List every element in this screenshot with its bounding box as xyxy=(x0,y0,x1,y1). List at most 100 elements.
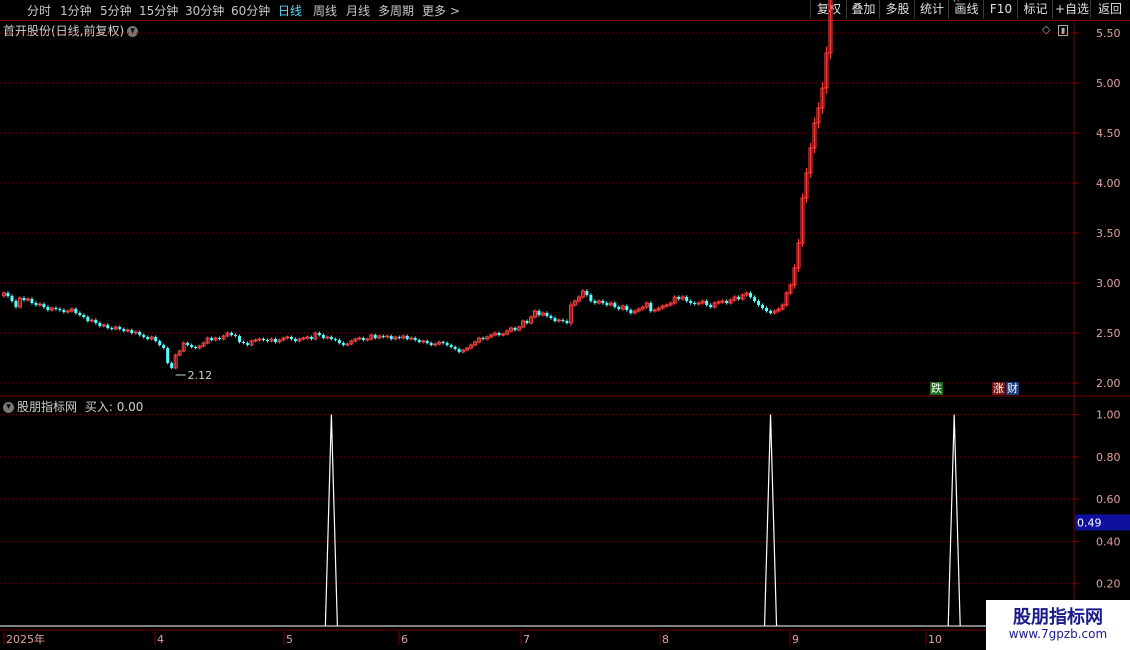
period-tab[interactable]: 周线 xyxy=(313,2,337,19)
candle-body xyxy=(22,298,26,300)
tool-button[interactable]: 画线 xyxy=(948,0,984,19)
candle-body xyxy=(325,336,330,339)
tool-button[interactable]: 叠加 xyxy=(846,0,880,19)
tool-button[interactable]: 统计 xyxy=(914,0,949,19)
price-tick-label: 5.00 xyxy=(1096,77,1121,90)
badge-up[interactable]: 涨 xyxy=(992,382,1005,395)
candle-body xyxy=(277,339,282,343)
candle-body xyxy=(672,296,677,304)
candle-body xyxy=(130,330,134,333)
candle-body xyxy=(784,292,789,306)
candle-body xyxy=(668,302,673,306)
candle-body xyxy=(593,301,597,303)
candle-body xyxy=(54,308,58,309)
period-tab[interactable]: 5分钟 xyxy=(100,2,132,19)
chevron-down-icon[interactable]: ▾ xyxy=(127,26,139,37)
candle-body xyxy=(509,327,514,332)
badge-up-label: 涨 xyxy=(993,382,1004,395)
candle-body xyxy=(441,342,445,343)
period-tab[interactable]: 日线 xyxy=(278,2,302,19)
cursor-value-label: 0.49 xyxy=(1077,516,1102,529)
candle-body xyxy=(381,336,385,337)
period-tab[interactable]: 多周期 xyxy=(378,2,414,19)
candle-body xyxy=(649,303,653,311)
period-tab[interactable]: 60分钟 xyxy=(231,2,270,19)
candle-body xyxy=(656,307,661,311)
candle-body xyxy=(693,303,697,304)
watermark-url: www.7gpzb.com xyxy=(1008,627,1108,641)
tool-button[interactable]: +自选 xyxy=(1052,0,1091,19)
candle-body xyxy=(190,345,194,347)
candle-body xyxy=(110,328,114,329)
stock-title[interactable]: 首开股份(日线,前复权) ▾ xyxy=(3,22,139,39)
period-tab[interactable]: 更多 > xyxy=(422,2,460,19)
candle-body xyxy=(213,337,218,341)
candle-body xyxy=(625,306,629,310)
grid-layer xyxy=(0,20,1130,650)
candle-body xyxy=(221,335,226,340)
period-tab[interactable]: 30分钟 xyxy=(185,2,224,19)
candle-body xyxy=(317,333,321,335)
tool-button[interactable]: 标记 xyxy=(1017,0,1053,19)
candle-body xyxy=(792,267,797,286)
candle-body xyxy=(477,337,482,343)
candle-layer xyxy=(2,0,959,370)
candle-body xyxy=(705,301,709,305)
candle-body xyxy=(465,347,470,351)
chevron-down-icon[interactable]: ▾ xyxy=(3,402,14,413)
watermark: 股朋指标网 www.7gpzb.com xyxy=(986,600,1130,650)
panel-toggle-icon[interactable]: ▮ xyxy=(1057,25,1069,36)
tool-button[interactable]: 复权 xyxy=(810,0,847,19)
candle-body xyxy=(549,316,553,318)
candle-body xyxy=(65,310,70,313)
candle-body xyxy=(101,324,106,327)
candle-body xyxy=(269,338,274,342)
candle-body xyxy=(425,341,429,343)
candle-body xyxy=(246,343,250,345)
candle-body xyxy=(385,335,390,338)
diamond-icon[interactable]: ◇ xyxy=(1042,23,1050,36)
candle-body xyxy=(273,339,277,342)
candle-body xyxy=(377,335,382,339)
candle-body xyxy=(154,337,158,341)
candle-body xyxy=(757,301,761,305)
period-tab[interactable]: 15分钟 xyxy=(139,2,178,19)
candle-body xyxy=(357,337,362,340)
period-tab[interactable]: 月线 xyxy=(346,2,370,19)
candle-body xyxy=(800,197,805,244)
candle-body xyxy=(170,363,174,368)
period-tab[interactable]: 分时 xyxy=(27,2,51,19)
candle-body xyxy=(405,336,409,339)
tool-button[interactable]: 返回 xyxy=(1090,0,1129,19)
candle-body xyxy=(197,345,202,349)
candle-body xyxy=(589,295,593,301)
badge-fin[interactable]: 财 xyxy=(1006,382,1019,395)
candle-body xyxy=(685,297,689,301)
period-tab[interactable]: 1分钟 xyxy=(60,2,92,19)
price-tick-label: 2.50 xyxy=(1096,327,1121,340)
candle-body xyxy=(225,332,230,337)
candle-body xyxy=(780,304,785,310)
candle-body xyxy=(620,305,625,310)
candle-body xyxy=(17,297,22,308)
candle-body xyxy=(812,122,817,149)
candle-body xyxy=(293,339,297,341)
period-toolbar: 分时 1分钟 5分钟 15分钟 30分钟 60分钟 日线 周线 月线 多周期 更多 > 复权 叠加 多股… xyxy=(0,0,1130,21)
candle-body xyxy=(58,309,62,310)
candle-body xyxy=(289,337,293,339)
time-axis-label: 8 xyxy=(662,633,669,646)
candle-body xyxy=(281,337,286,341)
candle-body xyxy=(82,315,86,317)
tool-button[interactable]: F10 xyxy=(983,0,1018,19)
tool-button[interactable]: 多股 xyxy=(879,0,915,19)
badge-down[interactable]: 跌 xyxy=(930,382,943,395)
time-axis-label: 10 xyxy=(928,633,942,646)
candle-body xyxy=(149,336,154,340)
price-chart[interactable]: 8.007.507.006.506.005.505.004.504.003.50… xyxy=(0,0,1130,650)
indicator-title[interactable]: ▾ 股朋指标网 买入: 0.00 xyxy=(3,398,143,415)
watermark-main: 股朋指标网 xyxy=(1013,607,1103,628)
price-tick-label: 3.50 xyxy=(1096,227,1121,240)
candle-body xyxy=(238,336,242,342)
candle-body xyxy=(30,299,34,303)
time-axis-label: 5 xyxy=(286,633,293,646)
